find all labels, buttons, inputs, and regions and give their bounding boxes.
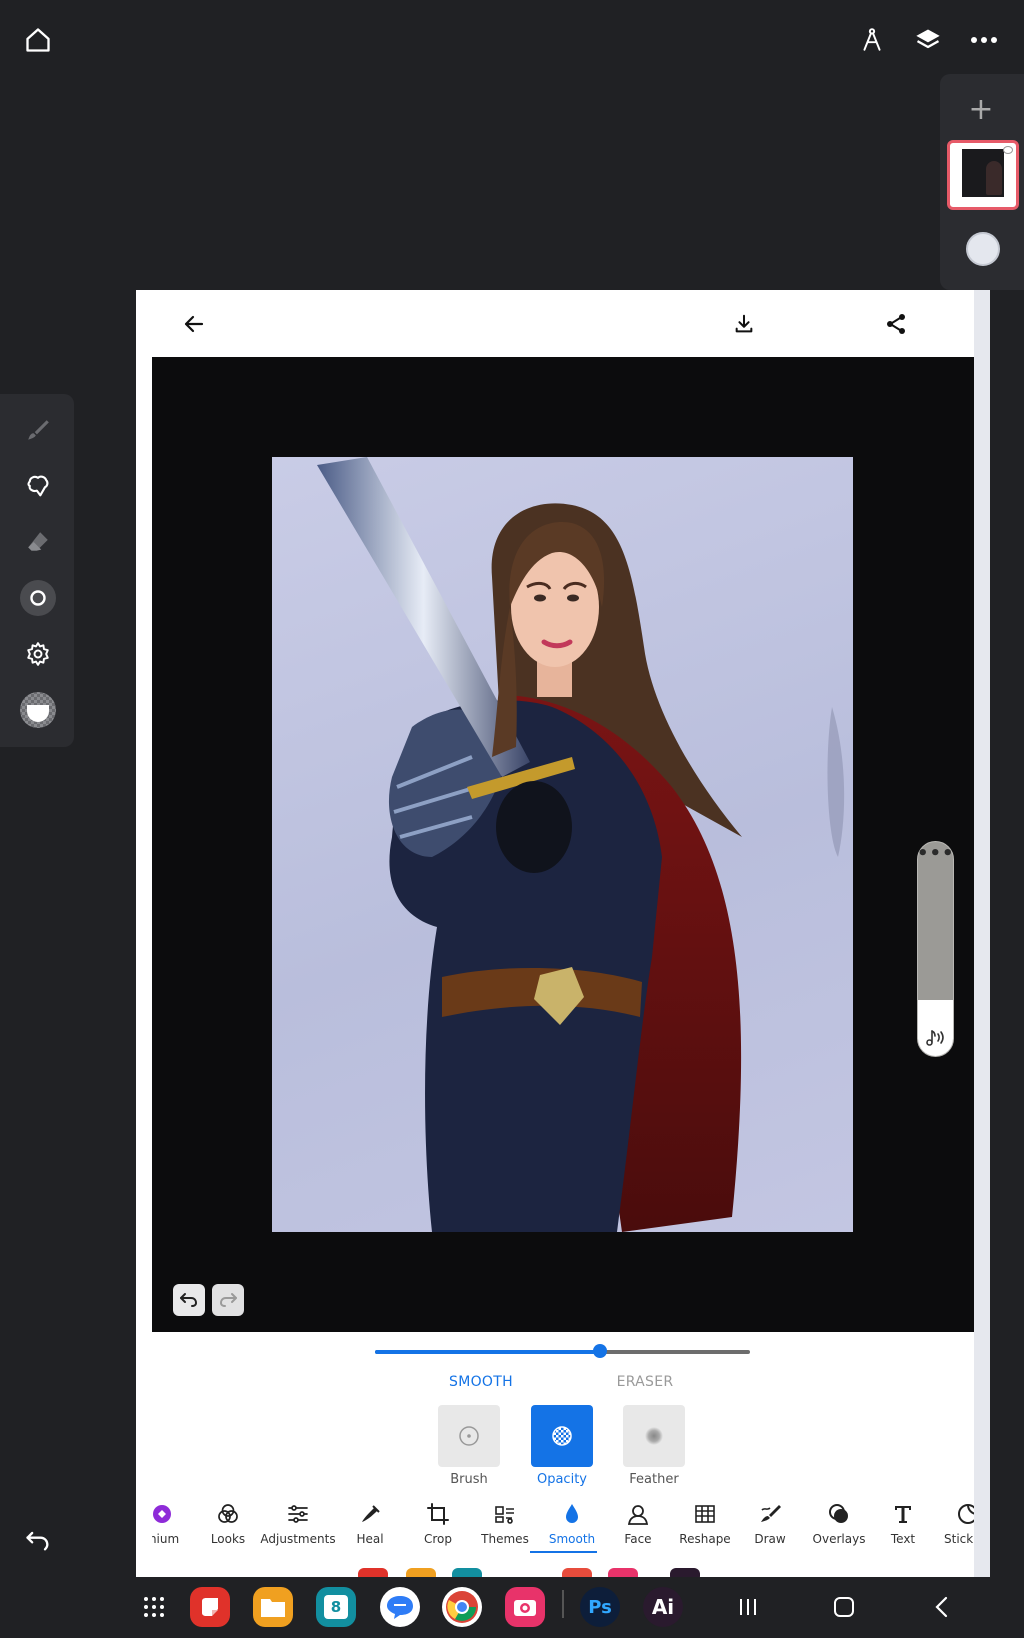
- smudge-icon[interactable]: [16, 464, 60, 508]
- feather-option-button[interactable]: [623, 1405, 685, 1467]
- sound-icon[interactable]: [920, 1024, 950, 1052]
- notes-app-icon[interactable]: [190, 1587, 230, 1627]
- tool-label: Face: [624, 1532, 652, 1546]
- themes-icon: [493, 1502, 517, 1526]
- eraser-icon[interactable]: [16, 520, 60, 564]
- editor-window-edge: [974, 290, 990, 1577]
- smooth-slider[interactable]: [375, 1350, 750, 1354]
- tool-label: Text: [890, 1532, 916, 1546]
- photoshop-label: Ps: [588, 1596, 612, 1618]
- back-arrow-icon[interactable]: [172, 304, 216, 344]
- edited-photo[interactable]: [272, 457, 853, 1232]
- tool-smooth[interactable]: Smooth: [538, 1494, 606, 1554]
- smooth-slider-fill: [375, 1350, 600, 1354]
- overlays-icon: [827, 1502, 851, 1526]
- illustrator-label: Ai: [651, 1595, 675, 1619]
- tool-premium[interactable]: mium: [152, 1494, 190, 1554]
- tool-text[interactable]: Text: [878, 1494, 928, 1554]
- brush-option-label: Brush: [450, 1472, 488, 1487]
- tool-adjustments[interactable]: Adjustments: [256, 1494, 340, 1554]
- compass-icon[interactable]: [852, 20, 892, 60]
- opacity-option-button[interactable]: [531, 1405, 593, 1467]
- brush-size-icon[interactable]: [16, 576, 60, 620]
- download-icon[interactable]: [722, 304, 766, 344]
- calendar-day: 8: [324, 1595, 348, 1619]
- calendar-app-icon[interactable]: 8: [316, 1587, 356, 1627]
- more-icon[interactable]: [964, 20, 1004, 60]
- opacity-option-label: Opacity: [536, 1472, 587, 1487]
- crop-icon: [426, 1502, 450, 1526]
- plus-icon[interactable]: +: [956, 92, 1006, 128]
- tool-label: Adjustments: [260, 1532, 336, 1546]
- editor-header: [152, 290, 974, 357]
- tool-label: mium: [152, 1532, 180, 1546]
- tool-reshape[interactable]: Reshape: [670, 1494, 740, 1554]
- tool-heal[interactable]: Heal: [338, 1494, 402, 1554]
- side-slider-menu[interactable]: •••: [917, 845, 954, 868]
- dock-separator: [562, 1590, 564, 1618]
- tool-label: Looks: [210, 1532, 246, 1546]
- redo-icon[interactable]: [212, 1284, 244, 1316]
- settings-icon[interactable]: [16, 632, 60, 676]
- layers-icon[interactable]: [908, 20, 948, 60]
- draw-icon: [758, 1502, 782, 1526]
- adjustments-icon: [286, 1502, 310, 1526]
- tool-sticker[interactable]: Stick: [940, 1494, 974, 1554]
- share-icon[interactable]: [874, 304, 918, 344]
- color-circle[interactable]: [966, 232, 1000, 266]
- tool-label: Smooth: [548, 1532, 596, 1546]
- tool-label: Draw: [754, 1532, 786, 1546]
- tool-themes[interactable]: Themes: [472, 1494, 538, 1554]
- files-app-icon[interactable]: [253, 1587, 293, 1627]
- premium-icon: [152, 1502, 174, 1526]
- tool-face[interactable]: Face: [606, 1494, 670, 1554]
- undo-icon[interactable]: [173, 1284, 205, 1316]
- messages-app-icon[interactable]: [380, 1587, 420, 1627]
- reshape-icon: [693, 1502, 717, 1526]
- back-nav-icon[interactable]: [922, 1587, 962, 1627]
- text-icon: [891, 1502, 915, 1526]
- photoshop-app-icon[interactable]: Ps: [580, 1587, 620, 1627]
- tool-looks[interactable]: Looks: [198, 1494, 258, 1554]
- chrome-app-icon[interactable]: [442, 1587, 482, 1627]
- app-drawer-icon[interactable]: [134, 1587, 174, 1627]
- tab-smooth[interactable]: SMOOTH: [436, 1374, 526, 1398]
- feather-option-label: Feather: [629, 1472, 679, 1487]
- mirrored-dock-peek: [152, 1562, 974, 1577]
- opacity-icon[interactable]: [16, 688, 60, 732]
- face-icon: [626, 1502, 650, 1526]
- camera-app-icon[interactable]: [505, 1587, 545, 1627]
- sticker-icon: [956, 1502, 974, 1526]
- looks-icon: [216, 1502, 240, 1526]
- brush-option-button[interactable]: [438, 1405, 500, 1467]
- tool-label: Stick: [944, 1532, 974, 1546]
- selected-tool-underline: [530, 1551, 597, 1553]
- tool-label: Themes: [481, 1532, 529, 1546]
- heal-icon: [358, 1502, 382, 1526]
- tool-overlays[interactable]: Overlays: [802, 1494, 876, 1554]
- layer-thumbnail[interactable]: [947, 140, 1019, 210]
- smooth-slider-thumb[interactable]: [593, 1344, 607, 1358]
- brush-icon[interactable]: [16, 408, 60, 452]
- home-nav-icon[interactable]: [824, 1587, 864, 1627]
- tool-label: Reshape: [679, 1532, 731, 1546]
- tool-crop[interactable]: Crop: [406, 1494, 470, 1554]
- visibility-eye-icon[interactable]: [1003, 146, 1013, 154]
- smooth-drop-icon: [560, 1502, 584, 1526]
- tool-label: Crop: [423, 1532, 452, 1546]
- tool-draw[interactable]: Draw: [740, 1494, 800, 1554]
- recents-icon[interactable]: [728, 1587, 768, 1627]
- tab-eraser[interactable]: ERASER: [600, 1374, 690, 1398]
- tool-label: Heal: [356, 1532, 384, 1546]
- home-icon[interactable]: [18, 20, 58, 60]
- tool-label: Overlays: [812, 1532, 866, 1546]
- undo-icon[interactable]: [18, 1520, 58, 1560]
- illustrator-app-icon[interactable]: Ai: [643, 1587, 683, 1627]
